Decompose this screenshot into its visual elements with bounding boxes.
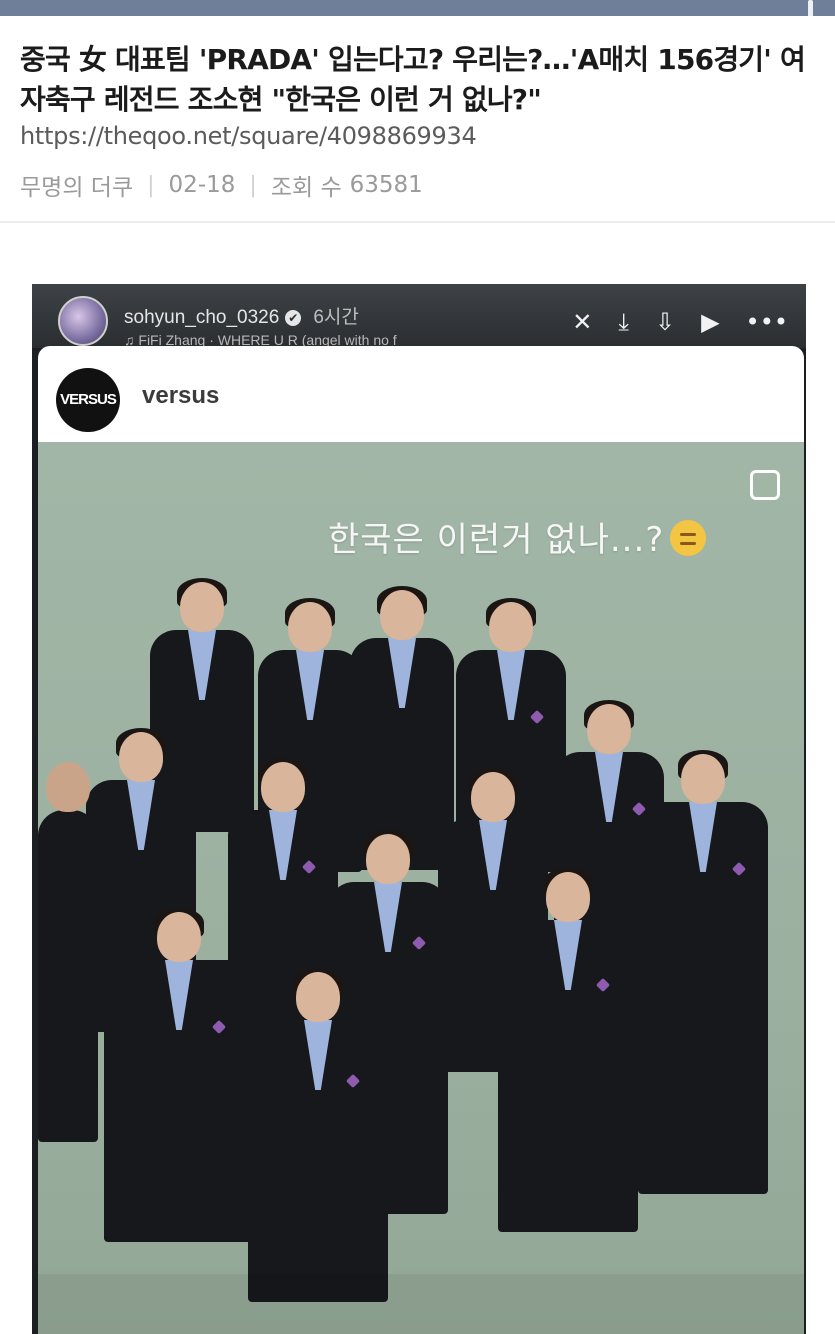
face: [261, 762, 305, 812]
story-header: sohyun_cho_0326 ✔ 6시간 ♫ FiFi Zhang · WHERE…: [32, 284, 806, 348]
overlay-text: 한국은 이런거 없나...?: [328, 520, 665, 560]
person: [38, 762, 98, 1142]
face: [587, 704, 631, 754]
separator: |: [249, 172, 257, 198]
story-username-row[interactable]: sohyun_cho_0326 ✔ 6시간: [124, 302, 359, 329]
article-header: 중국 女 대표팀 'PRADA' 입는다고? 우리는?…'A매치 156경기' …: [0, 16, 835, 222]
save-icon[interactable]: ⇩: [655, 310, 675, 334]
mute-icon[interactable]: ✕: [572, 310, 592, 334]
suit: [38, 810, 98, 1142]
play-icon[interactable]: ▶: [701, 310, 719, 334]
face: [296, 972, 340, 1022]
face: [489, 602, 533, 652]
person: [248, 968, 388, 1302]
verified-icon: ✔: [285, 309, 302, 326]
separator: |: [147, 172, 155, 198]
floor-shadow: [38, 1274, 804, 1334]
gallery-icon: [750, 470, 780, 500]
person: [638, 750, 768, 1194]
face: [157, 912, 201, 962]
face: [46, 762, 90, 812]
face: [380, 590, 424, 640]
article-title[interactable]: 중국 女 대표팀 'PRADA' 입는다고? 우리는?…'A매치 156경기' …: [20, 40, 810, 120]
face: [366, 834, 410, 884]
face: [180, 582, 224, 632]
divider: [0, 221, 835, 223]
download-icon[interactable]: ⤓: [618, 310, 629, 334]
views-label: 조회 수: [270, 175, 342, 201]
versus-logo[interactable]: VERSUS: [56, 368, 120, 432]
story-overlay-text: 한국은 이런거 없나...?: [328, 512, 707, 561]
article-url[interactable]: https://theqoo.net/square/4098869934: [20, 122, 477, 150]
username[interactable]: sohyun_cho_0326: [124, 307, 279, 328]
account-name[interactable]: versus: [142, 382, 219, 410]
person: [104, 908, 254, 1242]
person: [498, 868, 638, 1232]
thinking-face-icon: [670, 519, 707, 556]
face: [288, 602, 332, 652]
story-actions: ✕ ⤓ ⇩ ▶ •••: [572, 310, 788, 334]
face: [681, 754, 725, 804]
author: 무명의 더쿠: [20, 175, 134, 201]
browser-top-bar: [0, 0, 835, 16]
face: [119, 732, 163, 782]
view-count: 63581: [349, 172, 423, 198]
avatar[interactable]: [58, 296, 108, 346]
team-photo: 한국은 이런거 없나...?: [38, 442, 804, 1334]
face: [546, 872, 590, 922]
face: [471, 772, 515, 822]
post-date: 02-18: [168, 172, 236, 198]
more-icon[interactable]: •••: [746, 310, 788, 334]
story-screenshot: sohyun_cho_0326 ✔ 6시간 ♫ FiFi Zhang · WHERE…: [32, 284, 806, 1334]
story-time: 6시간: [313, 307, 359, 328]
shared-post-card[interactable]: VERSUS versus: [38, 346, 804, 442]
article-meta: 무명의 더쿠 | 02-18 | 조회 수 63581: [20, 168, 423, 202]
